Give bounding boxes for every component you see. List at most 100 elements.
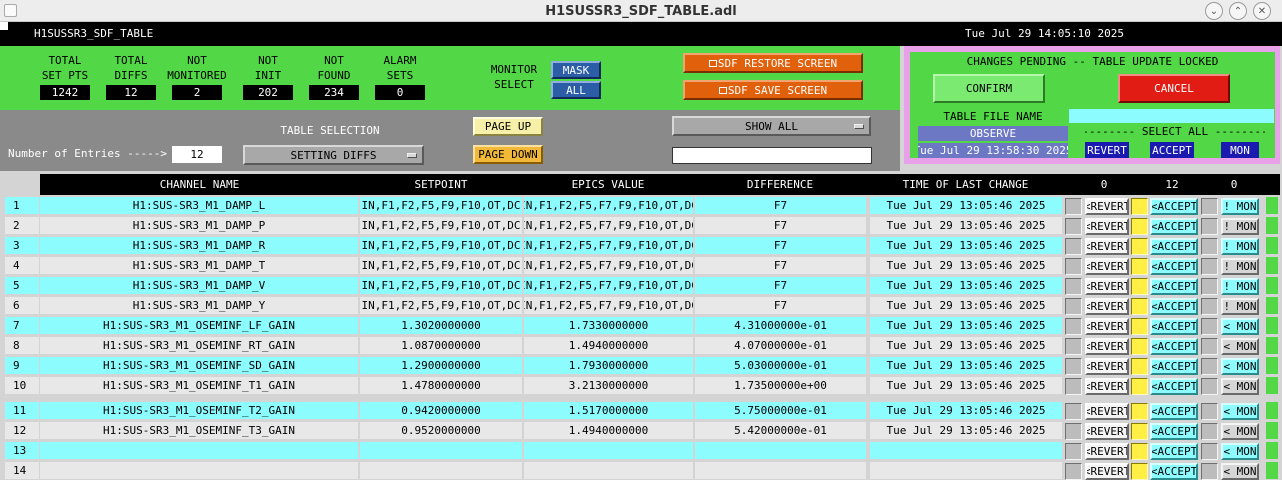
mon-checkbox[interactable] [1201,218,1218,235]
accept-button[interactable]: <ACCEPT [1150,358,1198,375]
accept-button[interactable]: <ACCEPT [1150,378,1198,395]
mon-checkbox[interactable] [1201,298,1218,315]
mon-checkbox[interactable] [1201,238,1218,255]
accept-checkbox[interactable] [1131,238,1148,255]
accept-all-button[interactable]: ACCEPT [1150,142,1194,158]
accept-checkbox[interactable] [1131,218,1148,235]
revert-button[interactable]: <REVERT [1085,403,1129,420]
accept-checkbox[interactable] [1131,298,1148,315]
accept-button[interactable]: <ACCEPT [1150,238,1198,255]
revert-checkbox[interactable] [1065,238,1082,255]
accept-checkbox[interactable] [1131,338,1148,355]
revert-button[interactable]: <REVERT [1085,258,1129,275]
revert-all-button[interactable]: REVERT [1085,142,1129,158]
revert-count: 0 [1100,178,1108,191]
revert-button[interactable]: <REVERT [1085,278,1129,295]
sdf-restore-screen-button[interactable]: SDF RESTORE SCREEN [683,53,863,73]
revert-button[interactable]: <REVERT [1085,443,1129,460]
channel-name: H1:SUS-SR3_M1_OSEMINF_RT_GAIN [40,337,358,354]
mon-button[interactable]: < MON [1221,338,1259,355]
revert-checkbox[interactable] [1065,258,1082,275]
mon-checkbox[interactable] [1201,403,1218,420]
revert-checkbox[interactable] [1065,443,1082,460]
mon-button[interactable]: ! MON [1221,238,1259,255]
revert-button[interactable]: <REVERT [1085,318,1129,335]
revert-checkbox[interactable] [1065,423,1082,440]
revert-checkbox[interactable] [1065,403,1082,420]
accept-button[interactable]: <ACCEPT [1150,423,1198,440]
mon-checkbox[interactable] [1201,378,1218,395]
cancel-button[interactable]: CANCEL [1118,74,1230,103]
mon-button[interactable]: ! MON [1221,278,1259,295]
revert-checkbox[interactable] [1065,338,1082,355]
page-down-button[interactable]: PAGE DOWN [473,145,543,164]
sdf-save-screen-button[interactable]: SDF SAVE SCREEN [683,80,863,100]
revert-checkbox[interactable] [1065,378,1082,395]
maximize-icon[interactable]: ⌃ [1229,2,1247,20]
accept-button[interactable]: <ACCEPT [1150,298,1198,315]
accept-button[interactable]: <ACCEPT [1150,218,1198,235]
all-button[interactable]: ALL [551,81,601,99]
accept-button[interactable]: <ACCEPT [1150,338,1198,355]
accept-checkbox[interactable] [1131,358,1148,375]
revert-checkbox[interactable] [1065,298,1082,315]
revert-checkbox[interactable] [1065,218,1082,235]
mon-button[interactable]: < MON [1221,443,1259,460]
minimize-icon[interactable]: ⌄ [1205,2,1223,20]
mon-all-button[interactable]: MON [1221,142,1259,158]
last-change-time: Tue Jul 29 13:05:46 2025 [870,257,1062,274]
confirm-button[interactable]: CONFIRM [933,74,1045,103]
accept-checkbox[interactable] [1131,318,1148,335]
mon-button[interactable]: ! MON [1221,198,1259,215]
mon-button[interactable]: ! MON [1221,258,1259,275]
accept-checkbox[interactable] [1131,258,1148,275]
accept-checkbox[interactable] [1131,278,1148,295]
mon-checkbox[interactable] [1201,318,1218,335]
accept-checkbox[interactable] [1131,443,1148,460]
revert-button[interactable]: <REVERT [1085,358,1129,375]
epics-value: IN,F1,F2,F5,F7,F9,F10,OT,DC [524,217,693,234]
mon-checkbox[interactable] [1201,423,1218,440]
difference-value: 5.75000000e-01 [695,402,866,419]
mon-button[interactable]: < MON [1221,403,1259,420]
revert-button[interactable]: <REVERT [1085,298,1129,315]
mon-checkbox[interactable] [1201,358,1218,375]
mon-button[interactable]: < MON [1221,423,1259,440]
revert-button[interactable]: <REVERT [1085,218,1129,235]
filter-text-input[interactable] [672,147,872,164]
mon-button[interactable]: < MON [1221,318,1259,335]
accept-button[interactable]: <ACCEPT [1150,443,1198,460]
mon-button[interactable]: < MON [1221,378,1259,395]
revert-checkbox[interactable] [1065,278,1082,295]
close-icon[interactable]: ✕ [1253,2,1271,20]
page-up-button[interactable]: PAGE UP [473,117,543,136]
filter-menu[interactable]: SHOW ALL [672,116,871,136]
mon-checkbox[interactable] [1201,278,1218,295]
mon-checkbox[interactable] [1201,338,1218,355]
accept-checkbox[interactable] [1131,403,1148,420]
mask-button[interactable]: MASK [551,61,601,79]
mon-checkbox[interactable] [1201,258,1218,275]
revert-checkbox[interactable] [1065,198,1082,215]
revert-button[interactable]: <REVERT [1085,198,1129,215]
accept-button[interactable]: <ACCEPT [1150,403,1198,420]
table-selection-menu[interactable]: SETTING DIFFS [243,145,424,165]
mon-button[interactable]: ! MON [1221,298,1259,315]
revert-button[interactable]: <REVERT [1085,423,1129,440]
revert-checkbox[interactable] [1065,318,1082,335]
accept-checkbox[interactable] [1131,423,1148,440]
mon-checkbox[interactable] [1201,198,1218,215]
mon-button[interactable]: ! MON [1221,218,1259,235]
accept-button[interactable]: <ACCEPT [1150,318,1198,335]
mon-checkbox[interactable] [1201,443,1218,460]
revert-checkbox[interactable] [1065,358,1082,375]
revert-button[interactable]: <REVERT [1085,378,1129,395]
mon-button[interactable]: < MON [1221,358,1259,375]
accept-button[interactable]: <ACCEPT [1150,258,1198,275]
accept-checkbox[interactable] [1131,198,1148,215]
revert-button[interactable]: <REVERT [1085,338,1129,355]
accept-checkbox[interactable] [1131,378,1148,395]
accept-button[interactable]: <ACCEPT [1150,198,1198,215]
revert-button[interactable]: <REVERT [1085,238,1129,255]
accept-button[interactable]: <ACCEPT [1150,278,1198,295]
